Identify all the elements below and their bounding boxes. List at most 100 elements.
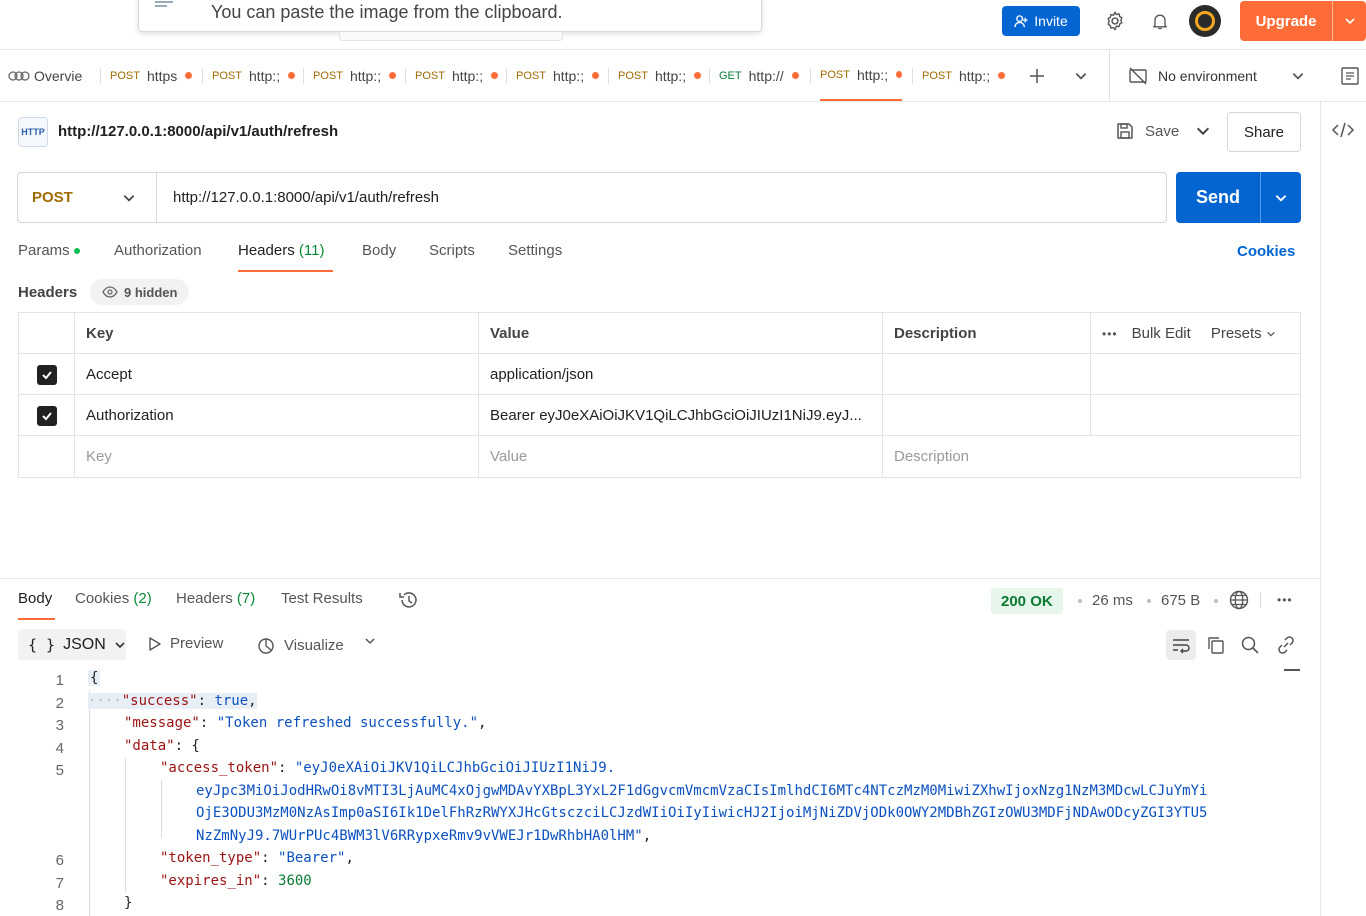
bell-icon[interactable] [1148, 9, 1172, 33]
response-size[interactable]: 675 B [1161, 592, 1200, 609]
new-tab-plus-icon[interactable] [1028, 50, 1050, 101]
invite-button[interactable]: Invite [1002, 6, 1080, 36]
method-select[interactable]: POST [18, 173, 157, 222]
request-tab[interactable]: GET http:// [719, 50, 805, 101]
header-value-cell[interactable]: application/json [479, 354, 883, 395]
upgrade-button[interactable]: Upgrade [1240, 1, 1366, 41]
header-enabled-checkbox[interactable] [36, 405, 57, 426]
code-line: "expires_in": 3600 [160, 873, 312, 889]
line-number: 4 [55, 740, 64, 757]
header-key-cell[interactable]: Authorization [75, 395, 479, 436]
header-description-cell[interactable] [883, 395, 1091, 436]
params-indicator-dot [73, 248, 80, 255]
response-divider[interactable] [0, 578, 1320, 579]
environment-quick-look-icon[interactable] [1340, 66, 1360, 89]
tab-body[interactable]: Body [362, 242, 396, 272]
more-options-icon[interactable]: ••• [1102, 327, 1118, 341]
response-body-editor[interactable]: 1 2 3 4 5 6 7 8 { ····"success": true, "… [0, 668, 1300, 916]
request-tab[interactable]: POST http:; [212, 50, 298, 101]
new-header-key-input[interactable]: Key [75, 436, 479, 477]
column-value-header: Value [479, 313, 883, 354]
avatar[interactable] [1189, 5, 1221, 37]
request-tab[interactable]: POST http:; [516, 50, 602, 101]
column-description-header: Description [883, 313, 1091, 354]
tab-method: POST [110, 69, 140, 82]
header-description-cell[interactable] [883, 354, 1091, 395]
tab-method: POST [922, 69, 952, 82]
request-tab[interactable]: POST https [110, 50, 196, 101]
preview-button[interactable]: Preview [148, 635, 223, 652]
line-number: 3 [55, 717, 64, 734]
tab-settings[interactable]: Settings [508, 242, 562, 272]
hidden-headers-toggle[interactable]: 9 hidden [90, 279, 190, 305]
header-key-cell[interactable]: Accept [75, 354, 479, 395]
bulk-edit-button[interactable]: Bulk Edit [1132, 325, 1191, 342]
share-button[interactable]: Share [1227, 112, 1301, 152]
tab-headers[interactable]: Headers (11) [238, 242, 333, 272]
request-tab-active[interactable]: POST http:; [820, 50, 902, 101]
chevron-down-icon [1266, 331, 1275, 337]
header-value-cell[interactable]: Bearer eyJ0eXAiOiJKV1QiLCJhbGciOiJIUzI1N… [479, 395, 883, 436]
tab-label: http:; [958, 67, 991, 84]
more-options-icon[interactable]: ••• [1277, 593, 1293, 607]
request-tab[interactable]: POST http:; [618, 50, 704, 101]
play-icon [149, 636, 161, 651]
tab-label: https [146, 67, 178, 84]
tab-method: GET [719, 69, 742, 82]
wrap-lines-icon[interactable] [1166, 630, 1196, 660]
url-input[interactable]: http://127.0.0.1:8000/api/v1/auth/refres… [157, 189, 439, 206]
scrollbar[interactable] [1284, 669, 1300, 671]
table-row-new: Key Value Description [19, 436, 1300, 477]
code-snippet-icon[interactable] [1331, 120, 1366, 368]
url-bar: POST http://127.0.0.1:8000/api/v1/auth/r… [17, 172, 1167, 223]
request-tab[interactable]: POST http:; [313, 50, 399, 101]
response-time[interactable]: 26 ms [1092, 592, 1133, 609]
tabs-overflow-chevron-icon[interactable] [1074, 50, 1092, 101]
tab-label: http:; [451, 67, 484, 84]
response-tab-headers[interactable]: Headers (7) [176, 590, 255, 620]
settings-icon[interactable] [1103, 9, 1127, 33]
no-environment-icon [1129, 67, 1147, 84]
response-tab-cookies[interactable]: Cookies (2) [75, 590, 152, 620]
unsaved-dot [896, 71, 902, 78]
request-title[interactable]: http://127.0.0.1:8000/api/v1/auth/refres… [58, 123, 338, 140]
tab-scripts[interactable]: Scripts [429, 242, 475, 272]
unsaved-dot [185, 72, 193, 79]
tab-method: POST [820, 68, 850, 81]
line-number: 2 [55, 695, 64, 712]
response-format-select[interactable]: { } JSON [18, 629, 126, 660]
send-button[interactable]: Send [1176, 172, 1301, 223]
new-header-value-input[interactable]: Value [479, 436, 883, 477]
tab-overview[interactable]: Overvie [8, 50, 90, 101]
search-icon[interactable] [1240, 635, 1260, 658]
header-enabled-checkbox[interactable] [36, 364, 57, 385]
request-tab[interactable]: POST http:; [415, 50, 501, 101]
globe-icon[interactable] [1229, 590, 1249, 613]
tab-label: http:// [748, 67, 784, 84]
copy-icon[interactable] [1206, 635, 1226, 658]
table-actions: ••• Bulk Edit Presets [1091, 313, 1302, 354]
cookies-link[interactable]: Cookies [1237, 243, 1295, 260]
new-header-description-input[interactable]: Description [883, 436, 1302, 477]
tab-params[interactable]: Params [18, 242, 80, 272]
method-label: POST [32, 189, 73, 206]
link-icon[interactable] [1276, 635, 1296, 658]
code-line: "data": { [124, 738, 200, 754]
presets-dropdown[interactable]: Presets [1211, 325, 1276, 342]
status-badge[interactable]: 200 OK [991, 588, 1063, 614]
headers-count: (11) [298, 242, 325, 259]
code-line: ····"success": true, [88, 693, 257, 709]
response-tab-test-results[interactable]: Test Results [281, 590, 363, 620]
image-thumbnail-icon [155, 1, 185, 13]
visualize-button[interactable]: Visualize [256, 635, 344, 655]
history-icon[interactable] [398, 590, 420, 613]
chevron-down-icon[interactable] [1333, 15, 1366, 27]
response-tab-body[interactable]: Body [18, 590, 55, 620]
tab-authorization[interactable]: Authorization [114, 242, 202, 272]
visualize-options-chevron-icon[interactable] [364, 635, 376, 647]
save-button[interactable]: Save [1115, 121, 1179, 141]
request-tab[interactable]: POST http:; [922, 50, 1008, 101]
environment-selector[interactable]: No environment [1109, 50, 1320, 101]
save-options-chevron-icon[interactable] [1195, 123, 1211, 142]
send-options-chevron-icon[interactable] [1261, 191, 1301, 205]
